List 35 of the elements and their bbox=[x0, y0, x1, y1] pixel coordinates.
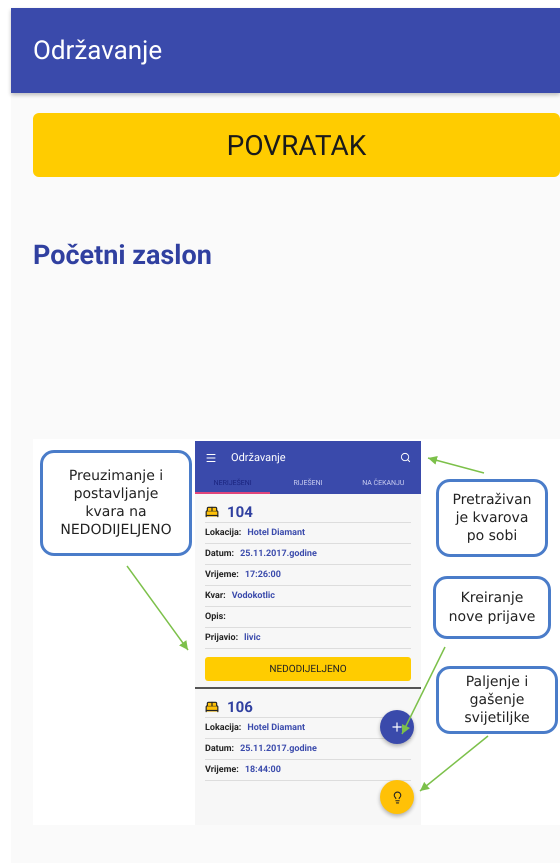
field-label: Vrijeme: bbox=[205, 570, 239, 580]
lightbulb-icon bbox=[390, 790, 404, 804]
field-label: Lokacija: bbox=[205, 723, 242, 733]
bed-icon bbox=[205, 505, 219, 519]
field-label: Prijavio: bbox=[205, 633, 238, 643]
back-button[interactable]: POVRATAK bbox=[33, 113, 560, 177]
field-value: livic bbox=[244, 633, 261, 643]
callout-box: Kreiranje nove prijave bbox=[433, 576, 551, 639]
field-value: Hotel Diamant bbox=[247, 723, 306, 733]
field-label: Kvar: bbox=[205, 591, 226, 601]
field-label: Vrijeme: bbox=[205, 765, 239, 775]
callout-box: Preuzimanje i postavljanje kvara na NEDODIJELJENO bbox=[40, 450, 192, 556]
room-number: 106 bbox=[227, 698, 253, 716]
plus-icon bbox=[390, 720, 404, 734]
field-label: Lokacija: bbox=[205, 528, 242, 538]
field-label: Datum: bbox=[205, 549, 234, 559]
menu-icon[interactable] bbox=[205, 452, 217, 464]
arrow bbox=[428, 456, 484, 474]
field-value: 25.11.2017.godine bbox=[240, 744, 317, 754]
page-heading: Početni zaslon bbox=[33, 239, 213, 271]
bed-icon bbox=[205, 700, 219, 714]
phone-title: Održavanje bbox=[231, 451, 287, 464]
callout-box: Paljenje i gašenje svijetiljke bbox=[436, 666, 558, 734]
field-value: Vodokotlic bbox=[232, 591, 275, 601]
field-value: 17:26:00 bbox=[244, 570, 281, 580]
app-title: Održavanje bbox=[33, 36, 162, 66]
callout-box: Pretraživan je kvarova po sobi bbox=[436, 479, 548, 557]
field-value: 25.11.2017.godine bbox=[240, 549, 317, 559]
room-number: 104 bbox=[227, 503, 253, 521]
field-value: Hotel Diamant bbox=[247, 528, 306, 538]
field-label: Opis: bbox=[205, 612, 226, 622]
status-button[interactable]: NEDODIJELJENO bbox=[205, 657, 411, 681]
field-label: Datum: bbox=[205, 744, 234, 754]
search-icon[interactable] bbox=[400, 452, 411, 463]
field-value: 18:44:00 bbox=[244, 765, 281, 775]
